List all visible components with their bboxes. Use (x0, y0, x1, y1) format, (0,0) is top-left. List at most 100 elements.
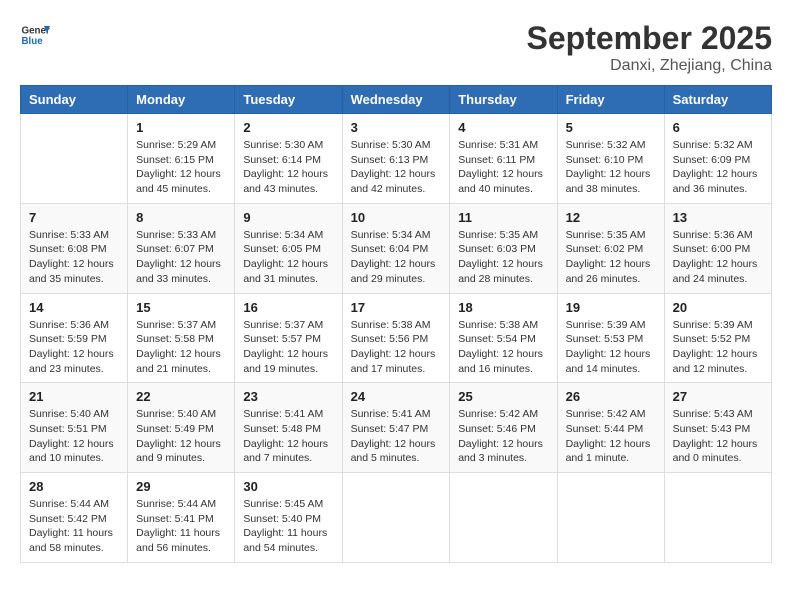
weekday-header-row: SundayMondayTuesdayWednesdayThursdayFrid… (21, 86, 772, 114)
calendar-cell: 23 Sunrise: 5:41 AM Sunset: 5:48 PM Dayli… (235, 383, 342, 473)
calendar-cell: 13 Sunrise: 5:36 AM Sunset: 6:00 PM Dayli… (664, 203, 771, 293)
day-info: Sunrise: 5:31 AM Sunset: 6:11 PM Dayligh… (458, 138, 548, 197)
calendar-cell: 27 Sunrise: 5:43 AM Sunset: 5:43 PM Dayli… (664, 383, 771, 473)
calendar-cell: 5 Sunrise: 5:32 AM Sunset: 6:10 PM Daylig… (557, 114, 664, 204)
calendar-cell: 24 Sunrise: 5:41 AM Sunset: 5:47 PM Dayli… (342, 383, 450, 473)
day-number: 30 (243, 479, 333, 494)
day-number: 24 (351, 389, 442, 404)
calendar-cell: 19Sunrise: 5:39 AM Sunset: 5:53 PM Dayli… (557, 293, 664, 383)
weekday-header-thursday: Thursday (450, 86, 557, 114)
calendar-cell: 28Sunrise: 5:44 AM Sunset: 5:42 PM Dayli… (21, 473, 128, 563)
page-title: September 2025 (527, 20, 772, 57)
day-info: Sunrise: 5:35 AM Sunset: 6:02 PM Dayligh… (566, 228, 656, 287)
logo-icon: General Blue (20, 20, 50, 50)
calendar-cell (557, 473, 664, 563)
calendar-cell: 3Sunrise: 5:30 AM Sunset: 6:13 PM Daylig… (342, 114, 450, 204)
logo: General Blue (20, 20, 50, 50)
calendar-cell: 21 Sunrise: 5:40 AM Sunset: 5:51 PM Dayli… (21, 383, 128, 473)
day-info: Sunrise: 5:45 AM Sunset: 5:40 PM Dayligh… (243, 497, 333, 556)
day-info: Sunrise: 5:41 AM Sunset: 5:47 PM Dayligh… (351, 407, 442, 466)
day-number: 1 (136, 120, 226, 135)
day-number: 3 (351, 120, 442, 135)
calendar-cell: 7 Sunrise: 5:33 AM Sunset: 6:08 PM Daylig… (21, 203, 128, 293)
day-info: Sunrise: 5:38 AM Sunset: 5:56 PM Dayligh… (351, 318, 442, 377)
calendar-cell (21, 114, 128, 204)
weekday-header-sunday: Sunday (21, 86, 128, 114)
day-info: Sunrise: 5:32 AM Sunset: 6:09 PM Dayligh… (673, 138, 763, 197)
week-row-5: 28Sunrise: 5:44 AM Sunset: 5:42 PM Dayli… (21, 473, 772, 563)
weekday-header-saturday: Saturday (664, 86, 771, 114)
week-row-4: 21 Sunrise: 5:40 AM Sunset: 5:51 PM Dayli… (21, 383, 772, 473)
title-section: September 2025 Danxi, Zhejiang, China (527, 20, 772, 75)
day-number: 8 (136, 210, 226, 225)
calendar-cell: 26Sunrise: 5:42 AM Sunset: 5:44 PM Dayli… (557, 383, 664, 473)
day-info: Sunrise: 5:37 AM Sunset: 5:57 PM Dayligh… (243, 318, 333, 377)
day-info: Sunrise: 5:40 AM Sunset: 5:51 PM Dayligh… (29, 407, 119, 466)
day-info: Sunrise: 5:44 AM Sunset: 5:41 PM Dayligh… (136, 497, 226, 556)
calendar-cell: 17 Sunrise: 5:38 AM Sunset: 5:56 PM Dayli… (342, 293, 450, 383)
calendar-cell: 22Sunrise: 5:40 AM Sunset: 5:49 PM Dayli… (128, 383, 235, 473)
day-number: 6 (673, 120, 763, 135)
day-number: 25 (458, 389, 548, 404)
day-info: Sunrise: 5:36 AM Sunset: 5:59 PM Dayligh… (29, 318, 119, 377)
day-number: 16 (243, 300, 333, 315)
week-row-3: 14 Sunrise: 5:36 AM Sunset: 5:59 PM Dayli… (21, 293, 772, 383)
day-number: 20 (673, 300, 763, 315)
calendar-cell (664, 473, 771, 563)
calendar-cell: 16 Sunrise: 5:37 AM Sunset: 5:57 PM Dayli… (235, 293, 342, 383)
calendar-cell: 12Sunrise: 5:35 AM Sunset: 6:02 PM Dayli… (557, 203, 664, 293)
day-info: Sunrise: 5:34 AM Sunset: 6:04 PM Dayligh… (351, 228, 442, 287)
calendar-cell: 1 Sunrise: 5:29 AM Sunset: 6:15 PM Daylig… (128, 114, 235, 204)
day-number: 10 (351, 210, 442, 225)
calendar-cell: 8 Sunrise: 5:33 AM Sunset: 6:07 PM Daylig… (128, 203, 235, 293)
calendar-cell: 10 Sunrise: 5:34 AM Sunset: 6:04 PM Dayli… (342, 203, 450, 293)
calendar-cell: 30 Sunrise: 5:45 AM Sunset: 5:40 PM Dayli… (235, 473, 342, 563)
day-number: 9 (243, 210, 333, 225)
calendar-table: SundayMondayTuesdayWednesdayThursdayFrid… (20, 85, 772, 563)
day-number: 23 (243, 389, 333, 404)
calendar-cell: 15 Sunrise: 5:37 AM Sunset: 5:58 PM Dayli… (128, 293, 235, 383)
day-info: Sunrise: 5:44 AM Sunset: 5:42 PM Dayligh… (29, 497, 119, 556)
day-number: 2 (243, 120, 333, 135)
day-number: 4 (458, 120, 548, 135)
day-info: Sunrise: 5:36 AM Sunset: 6:00 PM Dayligh… (673, 228, 763, 287)
calendar-cell: 18Sunrise: 5:38 AM Sunset: 5:54 PM Dayli… (450, 293, 557, 383)
weekday-header-friday: Friday (557, 86, 664, 114)
calendar-cell (450, 473, 557, 563)
day-number: 19 (566, 300, 656, 315)
calendar-cell: 14 Sunrise: 5:36 AM Sunset: 5:59 PM Dayli… (21, 293, 128, 383)
day-number: 13 (673, 210, 763, 225)
svg-text:Blue: Blue (22, 36, 44, 47)
calendar-cell: 20 Sunrise: 5:39 AM Sunset: 5:52 PM Dayli… (664, 293, 771, 383)
day-number: 29 (136, 479, 226, 494)
day-number: 11 (458, 210, 548, 225)
day-info: Sunrise: 5:42 AM Sunset: 5:46 PM Dayligh… (458, 407, 548, 466)
day-info: Sunrise: 5:39 AM Sunset: 5:52 PM Dayligh… (673, 318, 763, 377)
day-info: Sunrise: 5:33 AM Sunset: 6:08 PM Dayligh… (29, 228, 119, 287)
day-number: 21 (29, 389, 119, 404)
day-info: Sunrise: 5:35 AM Sunset: 6:03 PM Dayligh… (458, 228, 548, 287)
calendar-cell (342, 473, 450, 563)
page-subtitle: Danxi, Zhejiang, China (527, 57, 772, 75)
day-number: 26 (566, 389, 656, 404)
calendar-cell: 2 Sunrise: 5:30 AM Sunset: 6:14 PM Daylig… (235, 114, 342, 204)
day-number: 17 (351, 300, 442, 315)
day-info: Sunrise: 5:34 AM Sunset: 6:05 PM Dayligh… (243, 228, 333, 287)
day-number: 15 (136, 300, 226, 315)
weekday-header-wednesday: Wednesday (342, 86, 450, 114)
day-number: 14 (29, 300, 119, 315)
day-number: 7 (29, 210, 119, 225)
day-number: 27 (673, 389, 763, 404)
day-info: Sunrise: 5:30 AM Sunset: 6:14 PM Dayligh… (243, 138, 333, 197)
day-number: 5 (566, 120, 656, 135)
calendar-cell: 6 Sunrise: 5:32 AM Sunset: 6:09 PM Daylig… (664, 114, 771, 204)
day-info: Sunrise: 5:29 AM Sunset: 6:15 PM Dayligh… (136, 138, 226, 197)
day-info: Sunrise: 5:33 AM Sunset: 6:07 PM Dayligh… (136, 228, 226, 287)
day-info: Sunrise: 5:43 AM Sunset: 5:43 PM Dayligh… (673, 407, 763, 466)
page-header: General Blue September 2025 Danxi, Zheji… (20, 20, 772, 75)
week-row-1: 1 Sunrise: 5:29 AM Sunset: 6:15 PM Daylig… (21, 114, 772, 204)
day-info: Sunrise: 5:32 AM Sunset: 6:10 PM Dayligh… (566, 138, 656, 197)
day-info: Sunrise: 5:41 AM Sunset: 5:48 PM Dayligh… (243, 407, 333, 466)
day-info: Sunrise: 5:37 AM Sunset: 5:58 PM Dayligh… (136, 318, 226, 377)
weekday-header-tuesday: Tuesday (235, 86, 342, 114)
